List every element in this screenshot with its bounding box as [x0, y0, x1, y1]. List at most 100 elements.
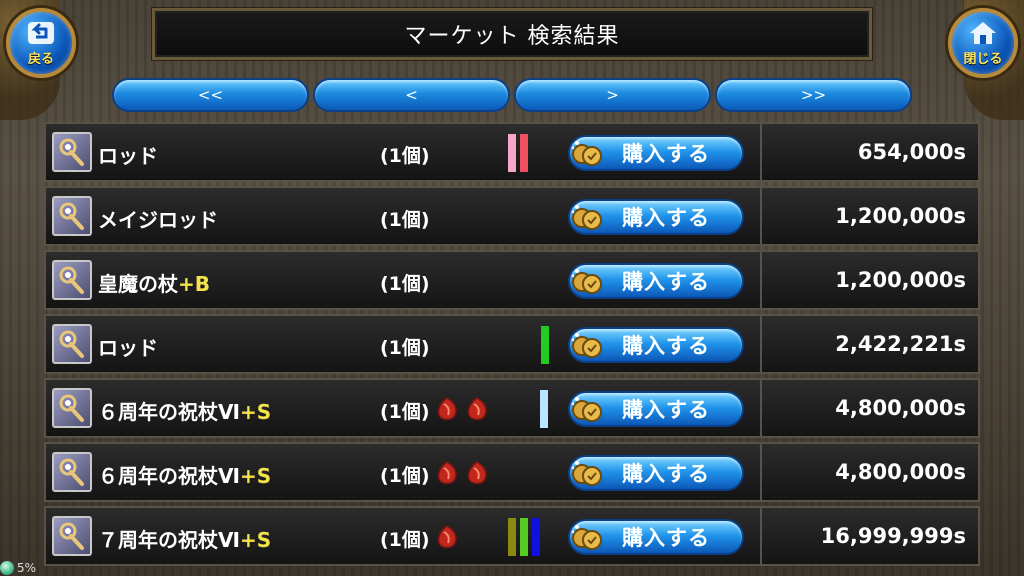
pager-last-button[interactable]: >>	[715, 78, 912, 112]
market-listing-row: メイジロッド (1個) 購入する 1,200,000s	[44, 186, 980, 246]
market-listing-row: ロッド (1個) 購入する 2,422,221s	[44, 314, 980, 374]
gem-slots	[434, 460, 490, 486]
item-price: 1,200,000s	[760, 188, 978, 244]
status-indicator: 5%	[0, 560, 200, 576]
item-quantity: (1個)	[380, 145, 430, 167]
item-grade: +S	[239, 464, 272, 488]
coins-icon	[568, 520, 606, 554]
item-price: 4,800,000s	[760, 444, 978, 500]
item-price: 16,999,999s	[760, 508, 978, 564]
market-listing-row: 皇魔の杖+B (1個) 購入する 1,200,000s	[44, 250, 980, 310]
stat-bars	[540, 390, 548, 428]
rod-icon	[52, 196, 92, 236]
item-name: ７周年の祝杖Ⅵ+S	[98, 524, 271, 553]
search-results-list: ロッド (1個) 購入する 654,000s メイジロッド (1個) 購入する 1,200,0…	[44, 122, 980, 570]
buy-button-label: 購入する	[622, 270, 710, 294]
status-percent: 5%	[17, 561, 37, 575]
item-grade: +S	[239, 400, 272, 424]
stat-bar	[532, 518, 540, 556]
item-price: 4,800,000s	[760, 380, 978, 436]
back-label: 戻る	[27, 51, 54, 67]
buy-button-label: 購入する	[622, 206, 710, 230]
rod-icon	[52, 388, 92, 428]
item-quantity: (1個)	[380, 465, 430, 487]
gem-icon	[437, 397, 457, 421]
close-button[interactable]: 閉じる	[948, 8, 1018, 78]
pager: << < > >>	[112, 78, 912, 112]
coins-icon	[568, 456, 606, 490]
gem-icon	[437, 525, 457, 549]
item-name-text: ６周年の祝杖Ⅵ	[98, 464, 240, 488]
item-name-text: ロッド	[98, 336, 158, 360]
gem-icon	[467, 397, 487, 421]
item-price: 654,000s	[760, 124, 978, 180]
pager-next-button[interactable]: >	[514, 78, 711, 112]
gem-icon	[467, 461, 487, 485]
stat-bar	[520, 134, 528, 172]
rod-icon	[52, 516, 92, 556]
close-label: 閉じる	[963, 51, 1003, 67]
item-grade: +S	[239, 528, 272, 552]
buy-button[interactable]: 購入する	[568, 199, 744, 235]
item-name: メイジロッド	[98, 204, 218, 233]
stat-bars	[541, 326, 549, 364]
back-arrow-icon	[28, 21, 54, 44]
coins-icon	[568, 200, 606, 234]
home-icon	[970, 21, 996, 44]
stat-bars	[508, 134, 528, 172]
buy-button[interactable]: 購入する	[568, 263, 744, 299]
coins-icon	[568, 328, 606, 362]
item-quantity: (1個)	[380, 529, 430, 551]
item-name: ６周年の祝杖Ⅵ+S	[98, 396, 271, 425]
buy-button-label: 購入する	[622, 142, 710, 166]
item-grade: +B	[178, 272, 211, 296]
buy-button[interactable]: 購入する	[568, 135, 744, 171]
item-name: ロッド	[98, 140, 158, 169]
market-listing-row: ７周年の祝杖Ⅵ+S (1個) 購入する 16,999,999s	[44, 506, 980, 566]
pager-prev-button[interactable]: <	[313, 78, 510, 112]
gem-icon	[437, 461, 457, 485]
coins-icon	[568, 392, 606, 426]
buy-button-label: 購入する	[622, 462, 710, 486]
page-title: マーケット 検索結果	[152, 8, 872, 60]
item-quantity: (1個)	[380, 273, 430, 295]
coins-icon	[568, 264, 606, 298]
stat-bar	[541, 326, 549, 364]
rod-icon	[52, 324, 92, 364]
gem-slots	[434, 396, 490, 422]
status-orb-icon	[0, 561, 14, 575]
gem-slots	[434, 524, 460, 550]
buy-button[interactable]: 購入する	[568, 519, 744, 555]
item-name-text: メイジロッド	[98, 208, 218, 232]
stat-bar	[520, 518, 528, 556]
buy-button-label: 購入する	[622, 398, 710, 422]
buy-button[interactable]: 購入する	[568, 391, 744, 427]
stat-bar	[508, 134, 516, 172]
item-name: 皇魔の杖+B	[98, 268, 210, 297]
item-quantity: (1個)	[380, 337, 430, 359]
item-name-text: 皇魔の杖	[98, 272, 178, 296]
market-listing-row: ６周年の祝杖Ⅵ+S (1個) 購入する 4,800,000s	[44, 442, 980, 502]
stat-bar	[508, 518, 516, 556]
stat-bars	[508, 518, 540, 556]
back-button[interactable]: 戻る	[6, 8, 76, 78]
item-price: 2,422,221s	[760, 316, 978, 372]
item-quantity: (1個)	[380, 401, 430, 423]
buy-button[interactable]: 購入する	[568, 455, 744, 491]
market-listing-row: ６周年の祝杖Ⅵ+S (1個) 購入する 4,800,000s	[44, 378, 980, 438]
stat-bar	[540, 390, 548, 428]
item-name-text: ６周年の祝杖Ⅵ	[98, 400, 240, 424]
item-name-text: ロッド	[98, 144, 158, 168]
rod-icon	[52, 260, 92, 300]
buy-button-label: 購入する	[622, 526, 710, 550]
coins-icon	[568, 136, 606, 170]
pager-first-button[interactable]: <<	[112, 78, 309, 112]
item-name: ロッド	[98, 332, 158, 361]
rod-icon	[52, 452, 92, 492]
buy-button[interactable]: 購入する	[568, 327, 744, 363]
market-listing-row: ロッド (1個) 購入する 654,000s	[44, 122, 980, 182]
rod-icon	[52, 132, 92, 172]
item-quantity: (1個)	[380, 209, 430, 231]
item-name: ６周年の祝杖Ⅵ+S	[98, 460, 271, 489]
item-name-text: ７周年の祝杖Ⅵ	[98, 528, 240, 552]
